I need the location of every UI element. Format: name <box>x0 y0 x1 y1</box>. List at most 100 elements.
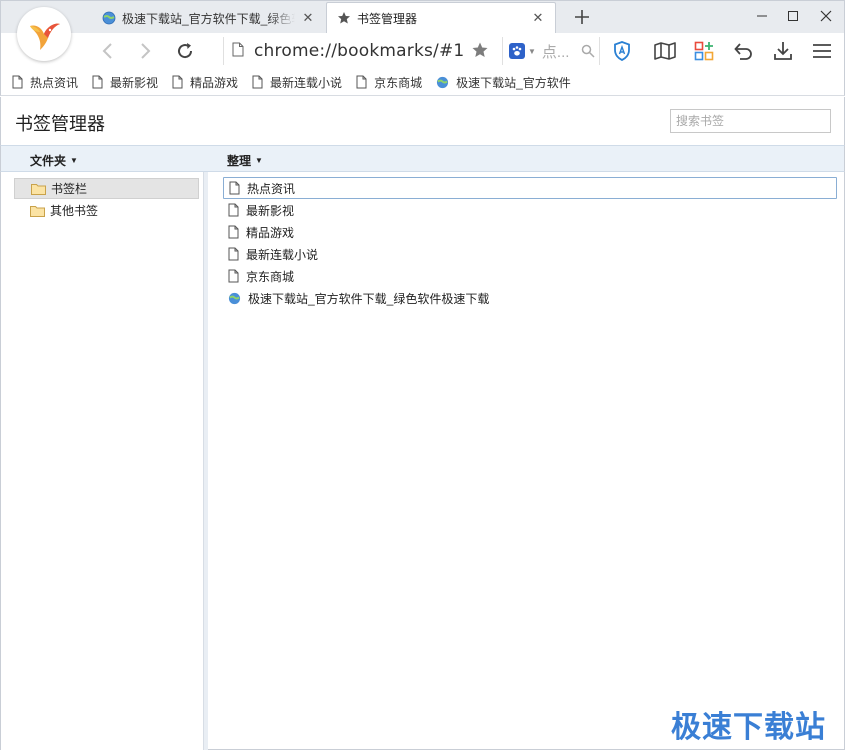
tab-title: 书签管理器 <box>357 11 418 26</box>
bookmark-bar-item[interactable]: 最新连载小说 <box>252 74 342 91</box>
globe-icon <box>228 292 241 305</box>
globe-icon <box>436 76 449 89</box>
tab-site[interactable]: 极速下载站_官方软件下载_绿色软件极速下载 ✕ <box>92 3 325 33</box>
list-item[interactable]: 最新连载小说 <box>223 243 837 265</box>
undo-close-button[interactable] <box>730 39 756 63</box>
bookmark-title: 最新连载小说 <box>246 247 319 262</box>
url-text: chrome://bookmarks/#1 <box>254 41 464 61</box>
bookmark-bar-item[interactable]: 精品游戏 <box>172 74 238 91</box>
baidu-paw-icon[interactable] <box>509 43 525 59</box>
bookmark-bar-label: 最新影视 <box>110 75 159 90</box>
page-icon <box>228 225 239 239</box>
bookmark-bar-label: 最新连载小说 <box>270 75 343 90</box>
forward-button[interactable] <box>134 40 158 62</box>
tab-bookmarks[interactable]: 书签管理器 ✕ <box>326 2 556 33</box>
bookmark-list: 热点资讯 最新影视 精品游戏 最新连载小说 京东商城 极速下载站_官方软件下载_… <box>208 172 845 750</box>
page-icon <box>172 75 183 89</box>
shield-icon <box>614 41 630 61</box>
search-box[interactable]: ▼ 点... <box>502 37 600 65</box>
close-icon <box>820 10 832 22</box>
apps-button[interactable] <box>691 39 717 63</box>
folder-icon <box>30 205 45 217</box>
folder-item-bookmarks-bar[interactable]: 书签栏 <box>14 178 199 199</box>
bookmark-star-icon[interactable] <box>471 41 489 62</box>
bookmark-title: 热点资讯 <box>247 181 296 196</box>
page-icon <box>229 181 240 195</box>
bookmark-bar-item[interactable]: 京东商城 <box>356 74 422 91</box>
bookmark-bar-label: 极速下载站_官方软件 <box>456 75 571 90</box>
maximize-button[interactable] <box>776 0 810 32</box>
download-button[interactable] <box>770 39 796 63</box>
plus-icon <box>575 10 589 24</box>
caret-down-icon: ▼ <box>70 156 78 165</box>
caret-down-icon: ▼ <box>255 156 263 165</box>
globe-icon <box>102 11 116 25</box>
back-arrow-icon <box>102 43 112 59</box>
bookmark-title: 精品游戏 <box>246 225 295 240</box>
bookmark-title: 京东商城 <box>246 269 295 284</box>
browser-logo[interactable] <box>17 7 71 61</box>
folders-menu-label: 文件夹 <box>30 154 67 168</box>
star-icon <box>337 11 351 25</box>
chevron-down-icon[interactable]: ▼ <box>528 47 536 56</box>
folder-tree: 书签栏 其他书签 <box>0 172 204 750</box>
search-placeholder: 点... <box>541 43 570 61</box>
book-icon <box>654 42 676 60</box>
reading-mode-button[interactable] <box>652 39 678 63</box>
watermark-logo: 极速下载站 <box>671 710 826 745</box>
close-window-button[interactable] <box>809 0 843 32</box>
folders-menu-button[interactable]: 文件夹 ▼ <box>30 152 78 169</box>
list-item[interactable]: 最新影视 <box>223 199 837 221</box>
organize-menu-label: 整理 <box>227 154 252 168</box>
page-icon <box>356 75 367 89</box>
reload-icon <box>178 43 193 59</box>
url-path: /#1 <box>433 41 465 61</box>
tab-title: 极速下载站_官方软件下载_绿色软件极速下载 <box>122 11 295 26</box>
url-host: bookmarks <box>337 41 434 61</box>
menu-button[interactable] <box>809 39 835 63</box>
organize-menu-button[interactable]: 整理 ▼ <box>227 152 263 169</box>
page-icon <box>228 247 239 261</box>
maximize-icon <box>788 11 798 21</box>
bookmark-bar-item[interactable]: 热点资讯 <box>12 74 78 91</box>
close-tab-icon[interactable]: ✕ <box>531 10 545 25</box>
page-icon <box>252 75 263 89</box>
folder-icon <box>31 183 46 195</box>
bookmarks-bar: 热点资讯 最新影视 精品游戏 最新连载小说 京东商城 极速下载站_官方软件 <box>0 69 845 96</box>
magnifier-icon[interactable] <box>581 44 595 58</box>
toolbar: chrome://bookmarks/#1 <box>0 33 845 69</box>
close-tab-icon[interactable]: ✕ <box>301 10 315 25</box>
reload-button[interactable] <box>173 40 197 62</box>
folder-label: 其他书签 <box>50 204 99 218</box>
undo-icon <box>734 43 752 60</box>
minimize-button[interactable] <box>745 0 779 32</box>
bookmark-bar-item[interactable]: 极速下载站_官方软件 <box>436 74 571 91</box>
minimize-icon <box>757 15 767 17</box>
search-bookmarks-input[interactable] <box>670 109 831 133</box>
new-tab-button[interactable] <box>568 5 596 29</box>
bookmark-bar-label: 京东商城 <box>374 75 423 90</box>
bookmark-bar-item[interactable]: 最新影视 <box>92 74 158 91</box>
adblock-button[interactable] <box>609 39 635 63</box>
list-item[interactable]: 极速下载站_官方软件下载_绿色软件极速下载 <box>223 287 837 309</box>
bookmark-title: 极速下载站_官方软件下载_绿色软件极速下载 <box>248 291 490 306</box>
back-button[interactable] <box>95 40 119 62</box>
page-icon <box>232 42 244 60</box>
bookmark-bar-label: 精品游戏 <box>190 75 239 90</box>
list-item[interactable]: 京东商城 <box>223 265 837 287</box>
folder-item-other[interactable]: 其他书签 <box>14 200 199 221</box>
page-icon <box>228 269 239 283</box>
list-item[interactable]: 精品游戏 <box>223 221 837 243</box>
address-bar[interactable]: chrome://bookmarks/#1 <box>223 37 498 65</box>
forward-arrow-icon <box>141 43 151 59</box>
list-item[interactable]: 热点资讯 <box>223 177 837 199</box>
page-header: 书签管理器 <box>0 97 845 145</box>
bookmark-title: 最新影视 <box>246 203 295 218</box>
page-icon <box>92 75 103 89</box>
page-icon <box>12 75 23 89</box>
apps-grid-icon <box>694 41 714 61</box>
page-icon <box>228 203 239 217</box>
bookmark-bar-label: 热点资讯 <box>30 75 79 90</box>
page-title: 书签管理器 <box>15 114 105 134</box>
hamburger-icon <box>813 44 831 58</box>
